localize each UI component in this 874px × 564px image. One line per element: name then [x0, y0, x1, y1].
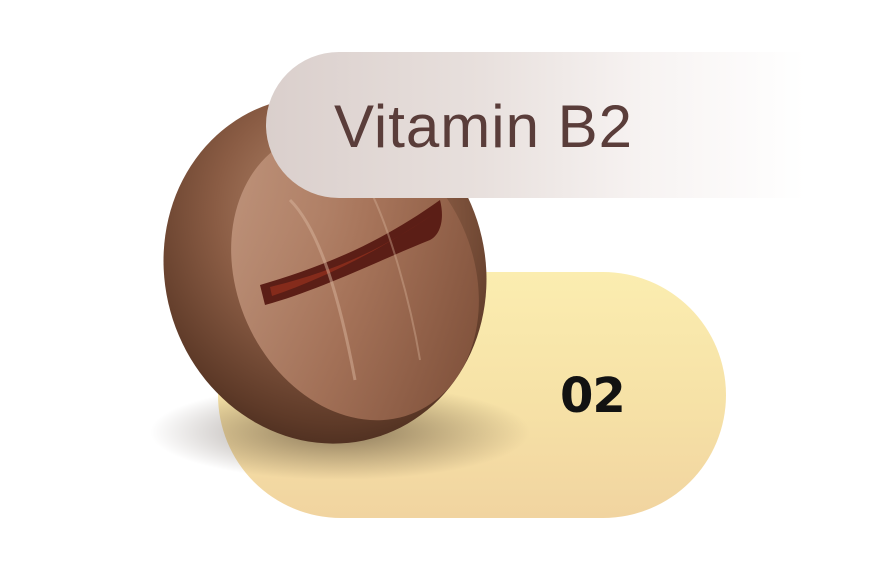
vitamin-label: Vitamin B2: [334, 93, 634, 160]
number-label: 02: [560, 368, 626, 424]
vitamin-card: Vitamin B2 02: [0, 0, 874, 564]
